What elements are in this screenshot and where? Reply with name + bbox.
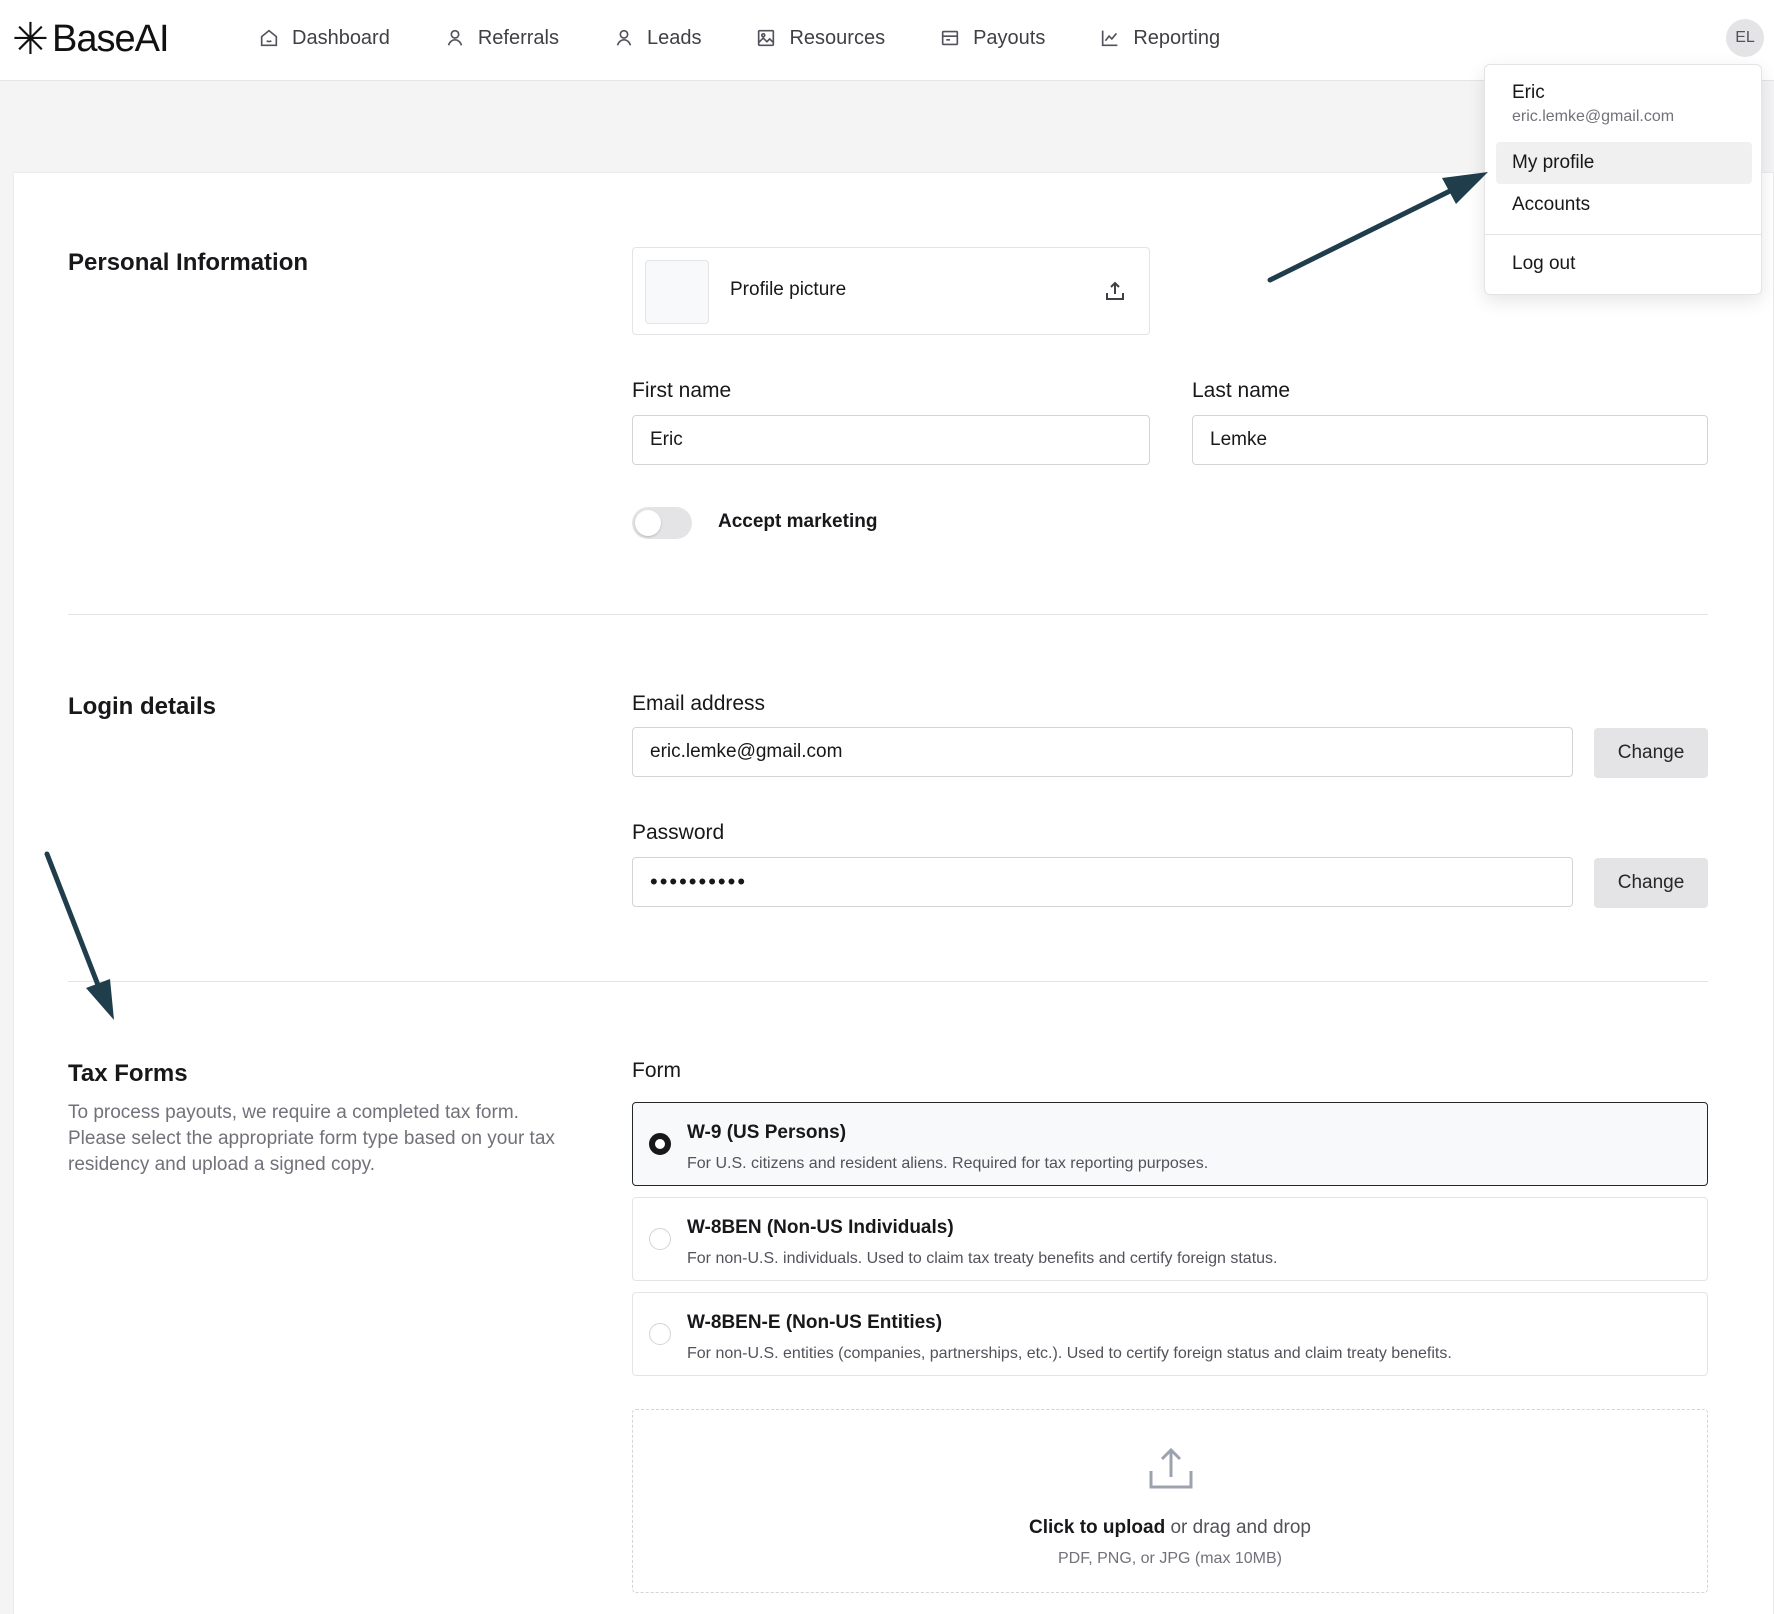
nav-label: Dashboard — [292, 26, 390, 49]
profile-picture-label: Profile picture — [730, 279, 847, 300]
password-field[interactable]: •••••••••• — [632, 857, 1573, 907]
section-title-login: Login details — [68, 693, 217, 720]
section-divider — [68, 981, 1708, 982]
last-name-label: Last name — [1192, 379, 1291, 402]
nav-item-referrals[interactable]: Referrals — [444, 24, 559, 52]
menu-item-log-out[interactable]: Log out — [1496, 243, 1752, 285]
option-title: W-8BEN (Non-US Individuals) — [687, 1217, 954, 1238]
email-field[interactable]: eric.lemke@gmail.com — [632, 727, 1573, 777]
menu-user-email: eric.lemke@gmail.com — [1512, 108, 1675, 125]
tax-form-option-w8ben[interactable]: W-8BEN (Non-US Individuals) For non-U.S.… — [632, 1197, 1708, 1281]
radio-button[interactable] — [649, 1228, 671, 1250]
app-logo[interactable]: ✳ BaseAI — [12, 14, 170, 64]
section-divider — [68, 614, 1708, 615]
radio-button[interactable] — [649, 1323, 671, 1345]
accept-marketing-label: Accept marketing — [718, 511, 878, 532]
upload-tray-icon — [1147, 1447, 1195, 1491]
asterisk-logo-icon: ✳ — [12, 14, 49, 64]
option-description: For non-U.S. entities (companies, partne… — [687, 1345, 1452, 1362]
profile-picture-uploader[interactable]: Profile picture — [632, 247, 1150, 335]
option-title: W-9 (US Persons) — [687, 1122, 847, 1143]
home-icon — [260, 29, 278, 47]
accept-marketing-toggle[interactable] — [632, 507, 692, 539]
nav-item-leads[interactable]: Leads — [613, 24, 702, 52]
main-nav: Dashboard Referrals Leads Resources Payo… — [258, 24, 1274, 52]
email-label: Email address — [632, 692, 766, 715]
tax-description: To process payouts, we require a complet… — [68, 1102, 555, 1175]
password-label: Password — [632, 821, 725, 844]
form-label: Form — [632, 1059, 681, 1082]
menu-divider — [1485, 234, 1761, 235]
nav-label: Reporting — [1133, 26, 1221, 49]
toggle-knob — [635, 510, 661, 536]
app-name: BaseAI — [52, 18, 170, 60]
drag-drop-text: or drag and drop — [1165, 1517, 1311, 1538]
user-icon — [447, 29, 463, 46]
chart-icon — [1102, 30, 1118, 47]
nav-item-payouts[interactable]: Payouts — [939, 24, 1045, 52]
tax-form-option-w9[interactable]: W-9 (US Persons) For U.S. citizens and r… — [632, 1102, 1708, 1186]
click-to-upload-link[interactable]: Click to upload — [1029, 1517, 1165, 1538]
menu-item-accounts[interactable]: Accounts — [1496, 184, 1752, 226]
nav-label: Resources — [789, 26, 886, 49]
image-icon — [758, 29, 775, 47]
change-email-button[interactable]: Change — [1594, 728, 1708, 778]
last-name-input[interactable]: Lemke — [1192, 415, 1708, 465]
dropzone-text: Click to upload or drag and drop — [633, 1517, 1707, 1539]
nav-label: Payouts — [973, 26, 1046, 49]
profile-picture-thumbnail — [645, 260, 709, 324]
option-description: For U.S. citizens and resident aliens. R… — [687, 1155, 1209, 1172]
wallet-icon — [941, 30, 959, 46]
option-title: W-8BEN-E (Non-US Entities) — [687, 1312, 943, 1333]
section-title-personal: Personal Information — [68, 249, 309, 276]
user-menu-dropdown: Eric eric.lemke@gmail.com My profile Acc… — [1484, 64, 1762, 295]
upload-icon[interactable] — [1103, 279, 1127, 303]
nav-item-resources[interactable]: Resources — [755, 24, 885, 52]
nav-label: Leads — [646, 26, 702, 49]
nav-label: Referrals — [477, 26, 559, 49]
user-avatar[interactable]: EL — [1726, 19, 1764, 57]
radio-button[interactable] — [649, 1133, 671, 1155]
user-icon — [616, 29, 632, 46]
option-description: For non-U.S. individuals. Used to claim … — [687, 1250, 1278, 1267]
file-dropzone[interactable]: Click to upload or drag and drop PDF, PN… — [632, 1409, 1708, 1593]
nav-item-reporting[interactable]: Reporting — [1099, 24, 1220, 52]
tax-form-option-w8bene[interactable]: W-8BEN-E (Non-US Entities) For non-U.S. … — [632, 1292, 1708, 1376]
first-name-input[interactable]: Eric — [632, 415, 1150, 465]
section-title-tax: Tax Forms — [68, 1060, 188, 1087]
first-name-label: First name — [632, 379, 732, 402]
menu-user-name: Eric — [1512, 82, 1545, 103]
menu-item-my-profile[interactable]: My profile — [1496, 142, 1752, 184]
change-password-button[interactable]: Change — [1594, 858, 1708, 908]
dropzone-hint: PDF, PNG, or JPG (max 10MB) — [1057, 1550, 1283, 1567]
nav-item-dashboard[interactable]: Dashboard — [258, 24, 390, 52]
